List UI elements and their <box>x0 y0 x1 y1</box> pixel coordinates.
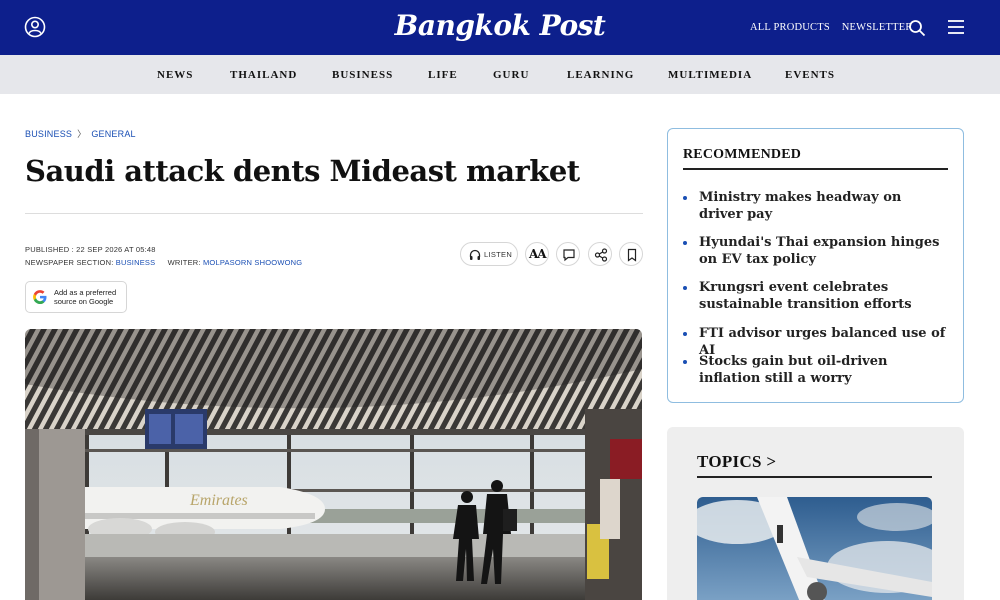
font-size-icon: AA <box>529 247 547 261</box>
header-links: ALL PRODUCTS NEWSLETTER <box>750 22 922 33</box>
bullet-icon <box>683 286 687 290</box>
recommended-divider <box>683 168 948 170</box>
nav-item-multimedia[interactable]: MULTIMEDIA <box>668 69 752 81</box>
listen-label: LISTEN <box>484 250 513 259</box>
published-date: PUBLISHED : 22 SEP 2026 AT 05:48 <box>25 245 156 254</box>
topics-panel: TOPICS > <box>667 427 964 600</box>
headphones-icon <box>469 249 481 260</box>
nav-item-guru[interactable]: GURU <box>493 69 529 81</box>
nav-item-learning[interactable]: LEARNING <box>567 69 634 81</box>
nav-item-life[interactable]: LIFE <box>428 69 458 81</box>
svg-text:Emirates: Emirates <box>189 492 248 509</box>
bullet-icon <box>683 332 687 336</box>
share-icon <box>594 248 608 262</box>
bullet-icon <box>683 196 687 200</box>
nav-item-events[interactable]: EVENTS <box>785 69 835 81</box>
search-icon[interactable] <box>908 19 926 37</box>
recommended-item[interactable]: Stocks gain but oil-driven inflation sti… <box>683 353 948 387</box>
share-button[interactable] <box>588 242 612 266</box>
topics-image[interactable] <box>697 497 932 600</box>
font-size-button[interactable]: AA <box>525 242 549 266</box>
nav-item-news[interactable]: NEWS <box>157 69 193 81</box>
nav-item-business[interactable]: BUSINESS <box>332 69 393 81</box>
newsletter-link[interactable]: NEWSLETTER <box>842 22 913 33</box>
bookmark-icon <box>627 248 637 262</box>
article-hero-image: Emirates <box>25 329 642 600</box>
article-headline: Saudi attack dents Mideast market <box>25 154 580 188</box>
recommended-title: RECOMMENDED <box>683 147 802 162</box>
recommended-item[interactable]: Krungsri event celebrates sustainable tr… <box>683 279 948 313</box>
section-label: NEWSPAPER SECTION: <box>25 258 114 267</box>
bookmark-button[interactable] <box>619 242 643 266</box>
airplane-sky-image <box>697 497 932 600</box>
google-icon <box>33 290 47 304</box>
recommended-item[interactable]: Ministry makes headway on driver pay <box>683 189 948 223</box>
topics-title[interactable]: TOPICS > <box>697 452 776 472</box>
breadcrumb-separator-icon: 〉 <box>77 129 87 139</box>
airport-terminal-image: Emirates <box>25 329 642 600</box>
breadcrumb: BUSINESS 〉 GENERAL <box>25 127 136 140</box>
all-products-link[interactable]: ALL PRODUCTS <box>750 22 830 33</box>
bullet-icon <box>683 241 687 245</box>
chevron-right-icon: > <box>766 452 777 471</box>
recommended-item[interactable]: Hyundai's Thai expansion hinges on EV ta… <box>683 234 948 268</box>
menu-icon[interactable] <box>947 19 965 35</box>
main-nav: NEWS THAILAND BUSINESS LIFE GURU LEARNIN… <box>0 55 1000 94</box>
nav-item-thailand[interactable]: THAILAND <box>230 69 297 81</box>
google-preferred-source-button[interactable]: Add as a preferred source on Google <box>25 281 127 313</box>
breadcrumb-general[interactable]: GENERAL <box>91 129 135 139</box>
breadcrumb-business[interactable]: BUSINESS <box>25 129 72 139</box>
listen-button[interactable]: LISTEN <box>460 242 518 266</box>
topics-divider <box>697 476 932 478</box>
comment-button[interactable] <box>556 242 580 266</box>
section-link[interactable]: BUSINESS <box>116 258 156 267</box>
writer-link[interactable]: MOLPASORN SHOOWONG <box>203 258 302 267</box>
writer-label: WRITER: <box>167 258 201 267</box>
article-meta: PUBLISHED : 22 SEP 2026 AT 05:48 NEWSPAP… <box>25 243 302 269</box>
google-badge-line1: Add as a preferred <box>54 288 117 297</box>
recommended-panel: RECOMMENDED Ministry makes headway on dr… <box>667 128 964 403</box>
google-badge-line2: source on Google <box>54 297 114 306</box>
comment-icon <box>563 249 575 262</box>
headline-divider <box>25 213 643 214</box>
top-header: Bangkok Post ALL PRODUCTS NEWSLETTER <box>0 0 1000 55</box>
bullet-icon <box>683 360 687 364</box>
